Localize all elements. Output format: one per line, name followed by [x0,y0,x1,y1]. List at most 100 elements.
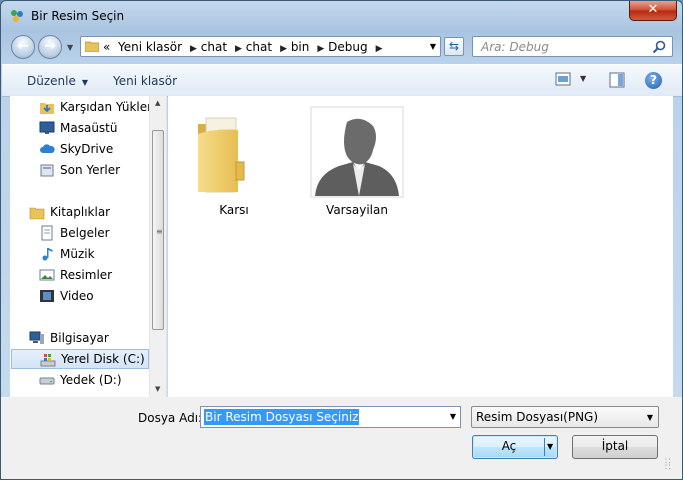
chevron-right-icon[interactable]: ▶ [190,44,197,54]
help-icon[interactable]: ? [645,72,662,89]
forward-button[interactable]: → [38,35,62,59]
sidebar-item-label: Resimler [60,268,113,282]
organize-label: Düzenle [27,74,76,88]
back-arrow-icon: ← [17,38,29,54]
refresh-button[interactable]: ⇆ [444,37,464,56]
sidebar-item-computer[interactable]: Bilgisayar [10,328,148,348]
search-input[interactable]: Ara: Debug [481,40,549,54]
sidebar-item-video[interactable]: Video [10,286,148,306]
sidebar-item-desktop[interactable]: Masaüstü [10,118,148,138]
sidebar-item-label: Son Yerler [60,163,121,177]
filetype-select[interactable]: Resim Dosyası(PNG) ▼ [471,406,659,428]
sidebar-item-skydrive[interactable]: SkyDrive [10,139,148,159]
grip-icon: ≡ [156,227,163,236]
filename-label: Dosya Adı: [138,411,203,425]
sidebar-item-label: SkyDrive [60,142,114,156]
sidebar-item-music[interactable]: Müzik [10,244,148,264]
sidebar-item-label: Yerel Disk (C:) [61,352,145,366]
cancel-button[interactable]: İptal [572,435,658,459]
default-avatar-icon [310,106,404,198]
breadcrumb-item[interactable]: Debug [328,40,367,54]
drive-icon [39,377,55,385]
app-icon [11,10,23,22]
file-item-label: Varsayilan [326,203,388,217]
filename-field[interactable]: Bir Resim Dosyası Seçiniz ▼ [200,406,461,428]
sidebar-item-label: Yedek (D:) [60,373,122,387]
chevron-down-icon: ▼ [81,78,89,87]
sidebar-item-drive-d[interactable]: Yedek (D:) [10,370,148,390]
dialog-window: Bir Resim Seçin ✕ ← → ▼ « Yeni klasör ▶ c… [0,0,683,480]
download-folder-icon [40,103,54,114]
resize-grip-icon[interactable]: ∷ ∷ [665,458,671,473]
navigation-bar: ← → ▼ « Yeni klasör ▶ chat ▶ chat ▶ bin ▶ De… [1,31,682,63]
video-icon [40,290,54,302]
sidebar-item-label: Belgeler [60,226,110,240]
libraries-icon [29,207,45,220]
recent-pages-dropdown[interactable]: ▼ [67,43,73,52]
forward-arrow-icon: → [44,38,56,54]
windows-drive-icon [40,354,56,367]
filename-value[interactable]: Bir Resim Dosyası Seçiniz [204,409,360,425]
refresh-icon: ⇆ [448,39,460,53]
filetype-value: Resim Dosyası(PNG) [476,410,599,424]
view-options-icon[interactable] [555,72,571,86]
sidebar-item-documents[interactable]: Belgeler [10,223,148,243]
pictures-icon [39,269,55,281]
sidebar-item-downloads[interactable]: Karşıdan Yüklem [10,97,159,117]
close-button[interactable]: ✕ [629,1,677,21]
folder-icon [198,117,245,193]
chevron-down-icon[interactable]: ▼ [450,412,456,421]
chevron-right-icon[interactable]: ▶ [280,44,287,54]
sidebar-item-label: Masaüstü [60,121,118,135]
breadcrumb-item[interactable]: chat [201,40,227,54]
sidebar-item-label: Müzik [60,247,95,261]
view-options-dropdown[interactable]: ▼ [580,74,586,83]
navigation-pane: Karşıdan Yüklem Masaüstü SkyDrive Son Ye… [10,96,167,397]
organize-button[interactable]: Düzenle ▼ [27,74,88,88]
breadcrumb: « Yeni klasör ▶ chat ▶ chat ▶ bin ▶ Debug ▶ [103,40,383,54]
close-icon: ✕ [647,2,659,17]
cloud-icon [40,144,55,153]
chevron-down-icon: ▼ [646,413,653,422]
sidebar-item-label: Bilgisayar [50,331,109,345]
folder-icon [85,41,99,52]
scroll-up-icon[interactable]: ▲ [155,99,160,107]
sidebar-item-label: Karşıdan Yüklem [60,100,159,114]
chevron-down-icon[interactable]: ▼ [547,436,553,457]
dialog-footer: Dosya Adı: Bir Resim Dosyası Seçiniz ▼ R… [1,397,682,479]
recent-places-icon [40,164,54,177]
scrollbar-thumb[interactable]: ≡ [152,130,164,330]
breadcrumb-overflow[interactable]: « [103,40,110,54]
music-icon [42,248,53,261]
address-bar[interactable]: « Yeni klasör ▶ chat ▶ chat ▶ bin ▶ Debug ▶ ▼ [80,36,441,57]
command-bar: Düzenle ▼ Yeni klasör ▼ ? [2,64,682,97]
sidebar-item-recent[interactable]: Son Yerler [10,160,148,180]
file-item-image[interactable]: Varsayilan [309,104,405,217]
breadcrumb-item[interactable]: chat [246,40,272,54]
sidebar-scrollbar[interactable]: ▲ ≡ ▼ [149,96,166,397]
chevron-right-icon[interactable]: ▶ [317,44,324,54]
chevron-right-icon[interactable]: ▶ [235,44,242,54]
new-folder-button[interactable]: Yeni klasör [113,74,177,88]
sidebar-item-local-disk-c[interactable]: Yerel Disk (C:) [11,349,149,369]
sidebar-item-label: Kitaplıklar [50,205,111,219]
file-list[interactable]: Karsı Varsayilan [168,96,673,397]
computer-icon [29,331,44,344]
open-button-label: Aç [501,439,517,453]
chevron-down-icon[interactable]: ▼ [430,42,436,51]
open-button[interactable]: Aç ▼ [472,435,558,459]
preview-pane-icon[interactable] [609,72,625,88]
documents-icon [41,225,53,241]
scroll-down-icon[interactable]: ▼ [155,385,160,393]
back-button[interactable]: ← [11,35,35,59]
title-bar[interactable]: Bir Resim Seçin ✕ [1,1,682,31]
sidebar-item-libraries[interactable]: Kitaplıklar [10,202,148,222]
sidebar-item-label: Video [60,289,94,303]
search-box[interactable]: Ara: Debug [472,36,673,57]
breadcrumb-item[interactable]: Yeni klasör [118,40,182,54]
breadcrumb-item[interactable]: bin [291,40,310,54]
search-icon[interactable] [652,40,666,54]
file-item-folder[interactable]: Karsı [186,104,282,217]
sidebar-item-pictures[interactable]: Resimler [10,265,148,285]
chevron-right-icon[interactable]: ▶ [376,44,383,54]
